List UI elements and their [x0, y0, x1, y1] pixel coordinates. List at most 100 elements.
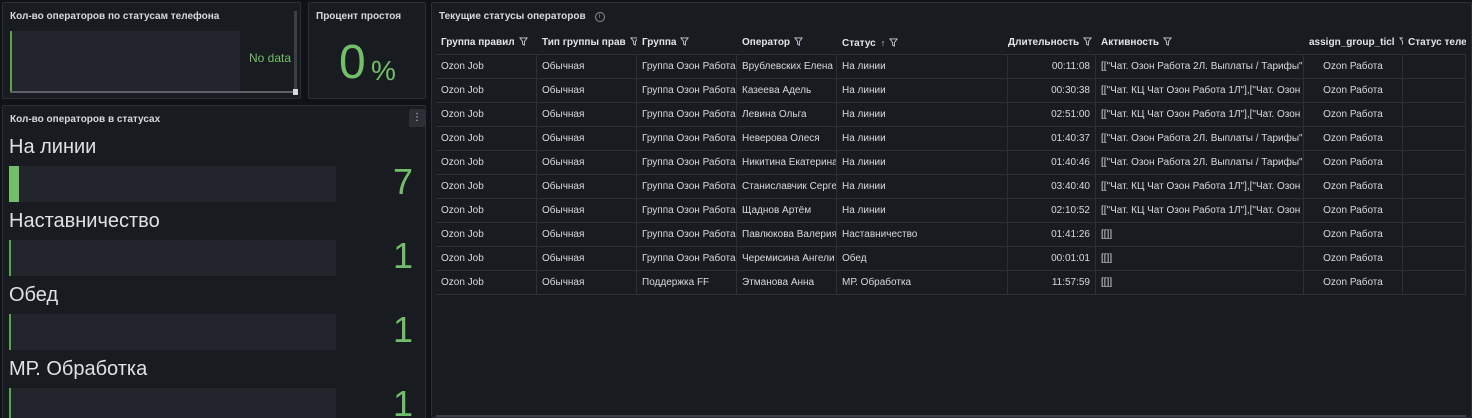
- table-cell: 01:40:46: [1008, 151, 1096, 175]
- table-cell: 02:10:52: [1008, 199, 1096, 223]
- table-cell: Павлюкова Валерия: [737, 223, 837, 247]
- column-header-label: Тип группы прав: [542, 37, 626, 48]
- table-cell: Неверова Олеся: [737, 127, 837, 151]
- panel-title: Процент простоя: [316, 11, 402, 22]
- table-cell: Группа Озон Работа: [637, 247, 737, 271]
- vertical-ellipsis-icon[interactable]: ⋮: [409, 109, 425, 127]
- table-row[interactable]: Ozon Job Обычная Группа Озон Работа Неверов…: [436, 127, 1466, 151]
- table-cell: 03:40:40: [1008, 175, 1096, 199]
- filter-icon[interactable]: [1083, 32, 1093, 54]
- sort-ascending-icon[interactable]: ↑: [881, 31, 886, 54]
- table-row[interactable]: Ozon Job Обычная Группа Озон Работа Черемис…: [436, 247, 1466, 271]
- table-cell: 02:51:00: [1008, 103, 1096, 127]
- table-cell: Ozon Job: [436, 151, 537, 175]
- column-header[interactable]: Оператор: [737, 31, 837, 55]
- table-cell: Ozon Job: [436, 127, 537, 151]
- table-cell: Группа Озон Работа: [637, 103, 737, 127]
- table-cell: Станиславчик Серге: [737, 175, 837, 199]
- table-cell: Ozon Работа: [1304, 271, 1403, 295]
- horizontal-scrollbar[interactable]: [436, 415, 1466, 417]
- table-cell: [[]]: [1096, 247, 1304, 271]
- filter-icon[interactable]: [629, 32, 637, 54]
- column-header[interactable]: assign_group_ticl: [1304, 31, 1403, 55]
- info-circle-icon[interactable]: i: [594, 12, 605, 22]
- table-cell: Группа Озон Работа: [637, 151, 737, 175]
- table-cell: [[]]: [1096, 223, 1304, 247]
- table-cell: Ozon Работа: [1304, 127, 1403, 151]
- table-cell: Щаднов Артём: [737, 199, 837, 223]
- table-cell: [1403, 79, 1466, 103]
- status-count: 1: [392, 383, 413, 418]
- status-gauge-row: МР. Обработка 1: [3, 358, 425, 418]
- table-cell: Наставничество: [837, 223, 1008, 247]
- table-cell: Черемисина Ангели: [737, 247, 837, 271]
- column-header-label: assign_group_ticl: [1309, 37, 1395, 48]
- table-cell: 00:30:38: [1008, 79, 1096, 103]
- column-header[interactable]: Активность: [1096, 31, 1304, 55]
- scrollbar[interactable]: [294, 11, 297, 91]
- table-row[interactable]: Ozon Job Обычная Группа Озон Работа Никитин…: [436, 151, 1466, 175]
- column-header-label: Активность: [1101, 37, 1160, 48]
- status-label: На линии: [9, 136, 97, 158]
- table-cell: [1403, 199, 1466, 223]
- table-cell: Ozon Job: [436, 247, 537, 271]
- panel-title: Кол-во операторов в статусах: [10, 114, 161, 125]
- table-cell: Обычная: [537, 199, 637, 223]
- chart-axis: [10, 91, 297, 93]
- table-cell: [1403, 127, 1466, 151]
- no-data-label: No data: [249, 51, 292, 65]
- operators-in-statuses-panel: Кол-во операторов в статусах ⋮ На линии 7…: [2, 105, 426, 418]
- table-row[interactable]: Ozon Job Обычная Группа Озон Работа Врублев…: [436, 55, 1466, 79]
- table-row[interactable]: Ozon Job Обычная Группа Озон Работа Павлюко…: [436, 223, 1466, 247]
- table-cell: [["Чат. КЦ Чат Озон Работа 1Л"],["Чат. О…: [1096, 175, 1304, 199]
- table-cell: На линии: [837, 103, 1008, 127]
- table-cell: [["Чат. Озон Работа 2Л. Выплаты / Тарифы…: [1096, 127, 1304, 151]
- table-cell: Обычная: [537, 175, 637, 199]
- status-gauge-row: Наставничество 1: [3, 210, 425, 284]
- filter-icon[interactable]: [794, 32, 804, 54]
- panel-title: Кол-во операторов по статусам телефона: [10, 11, 220, 22]
- table-cell: На линии: [837, 127, 1008, 151]
- gauge-fill: [9, 314, 11, 350]
- column-header-label: Длительность: [1008, 37, 1080, 48]
- filter-icon[interactable]: [680, 32, 690, 54]
- column-header[interactable]: Статус теле: [1403, 31, 1466, 55]
- table-cell: Казеева Адель: [737, 79, 837, 103]
- table-cell: [["Чат. КЦ Чат Озон Работа 1Л"],["Чат. О…: [1096, 79, 1304, 103]
- table-cell: Никитина Екатерина: [737, 151, 837, 175]
- table-row[interactable]: Ozon Job Обычная Группа Озон Работа Левина …: [436, 103, 1466, 127]
- column-header[interactable]: Тип группы прав: [537, 31, 637, 55]
- column-header[interactable]: Длительность: [1008, 31, 1096, 55]
- resize-handle[interactable]: [293, 89, 298, 95]
- table-cell: Обычная: [537, 127, 637, 151]
- table-cell: Группа Озон Работа: [637, 223, 737, 247]
- table-cell: На линии: [837, 199, 1008, 223]
- gauge-track: [9, 240, 336, 276]
- table-cell: Обычная: [537, 55, 637, 79]
- table-cell: Обычная: [537, 271, 637, 295]
- filter-icon[interactable]: [1163, 32, 1173, 54]
- column-header-label: Группа правил: [441, 37, 515, 48]
- filter-icon[interactable]: [889, 33, 899, 54]
- table-row[interactable]: Ozon Job Обычная Группа Озон Работа Казеева…: [436, 79, 1466, 103]
- filter-icon[interactable]: [518, 32, 528, 54]
- stat-value: 0: [339, 36, 366, 89]
- table-cell: [["Чат. КЦ Чат Озон Работа 1Л"],["Чат. О…: [1096, 199, 1304, 223]
- table-cell: Обычная: [537, 247, 637, 271]
- table-row[interactable]: Ozon Job Обычная Группа Озон Работа Щаднов …: [436, 199, 1466, 223]
- table-row[interactable]: Ozon Job Обычная Поддержка FF Этманова Анна…: [436, 271, 1466, 295]
- table-row[interactable]: Ozon Job Обычная Группа Озон Работа Станисл…: [436, 175, 1466, 199]
- table-cell: [1403, 151, 1466, 175]
- table-cell: Ozon Job: [436, 223, 537, 247]
- status-count: 1: [392, 309, 413, 350]
- table-cell: [1403, 247, 1466, 271]
- gauge-fill: [9, 388, 11, 418]
- column-header[interactable]: Группа: [637, 31, 737, 55]
- table-cell: Ozon Работа: [1304, 247, 1403, 271]
- column-header[interactable]: Статус ↑: [837, 31, 1008, 55]
- table-cell: Этманова Анна: [737, 271, 837, 295]
- table-cell: Ozon Работа: [1304, 175, 1403, 199]
- column-header[interactable]: Группа правил: [436, 31, 537, 55]
- table-cell: 01:40:37: [1008, 127, 1096, 151]
- status-count: 1: [392, 235, 413, 276]
